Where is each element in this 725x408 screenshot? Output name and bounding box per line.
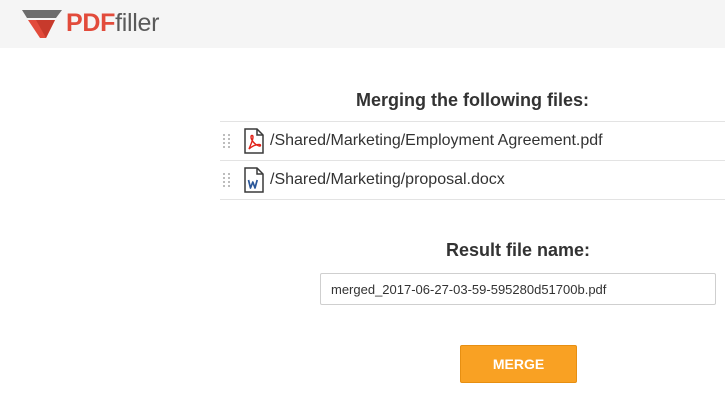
- file-path: /Shared/Marketing/proposal.docx: [270, 171, 505, 188]
- result-file-name-input[interactable]: [320, 273, 716, 305]
- drag-handle-icon[interactable]: [223, 173, 233, 187]
- drag-handle-icon[interactable]: [223, 134, 233, 148]
- logo-text-filler: filler: [115, 8, 160, 37]
- merge-button[interactable]: MERGE: [460, 345, 577, 383]
- pdf-file-icon: [243, 128, 265, 154]
- file-row[interactable]: /Shared/Marketing/proposal.docx: [220, 161, 725, 200]
- app-header: PDF filler: [0, 0, 725, 48]
- merge-files-heading: Merging the following files:: [356, 90, 589, 110]
- pdffiller-logo[interactable]: PDF filler: [22, 6, 159, 40]
- file-path: /Shared/Marketing/Employment Agreement.p…: [270, 132, 603, 149]
- logo-mark-icon: [22, 10, 62, 38]
- result-file-name-heading: Result file name:: [445, 240, 591, 260]
- logo-text-pdf: PDF: [66, 8, 116, 37]
- file-list: /Shared/Marketing/Employment Agreement.p…: [220, 121, 725, 200]
- word-file-icon: [243, 167, 265, 193]
- file-row[interactable]: /Shared/Marketing/Employment Agreement.p…: [220, 122, 725, 161]
